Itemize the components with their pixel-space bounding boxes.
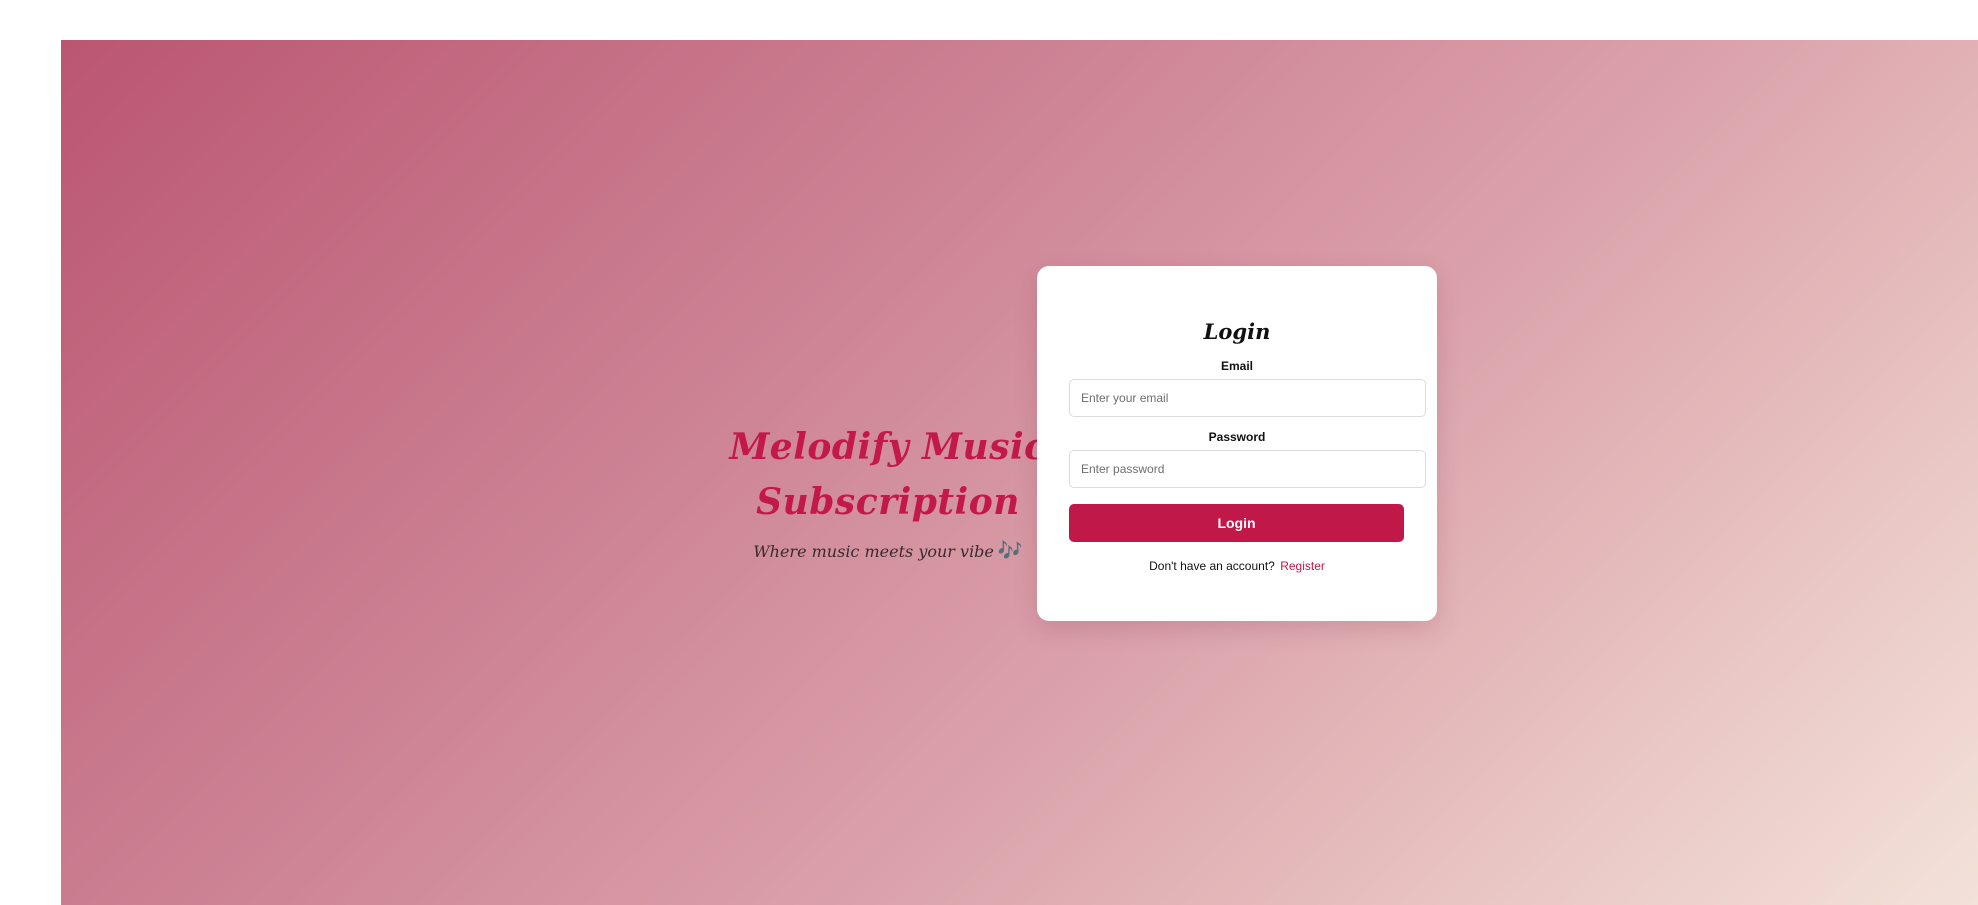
- music-notes-icon: 🎶: [997, 538, 1023, 562]
- login-title: Login: [1203, 319, 1271, 344]
- email-field[interactable]: [1069, 379, 1426, 417]
- register-prompt: Don't have an account?: [1149, 559, 1275, 573]
- hero-background: Melodify Music Subscription Where music …: [61, 40, 1978, 905]
- brand-tagline: Where music meets your vibe 🎶: [698, 538, 1078, 564]
- page: Melodify Music Subscription Where music …: [0, 0, 1978, 905]
- login-button[interactable]: Login: [1069, 504, 1404, 542]
- register-row: Don't have an account? Register: [1069, 558, 1405, 574]
- register-link[interactable]: Register: [1280, 559, 1325, 573]
- login-card: Login Email Password Login Don't have an…: [1037, 266, 1437, 621]
- brand-block: Melodify Music Subscription Where music …: [698, 420, 1078, 564]
- tagline-text: Where music meets your vibe: [753, 542, 994, 561]
- password-field[interactable]: [1069, 450, 1426, 488]
- email-label: Email: [1220, 359, 1253, 373]
- password-label: Password: [1208, 430, 1266, 444]
- brand-title: Melodify Music Subscription: [729, 426, 1047, 523]
